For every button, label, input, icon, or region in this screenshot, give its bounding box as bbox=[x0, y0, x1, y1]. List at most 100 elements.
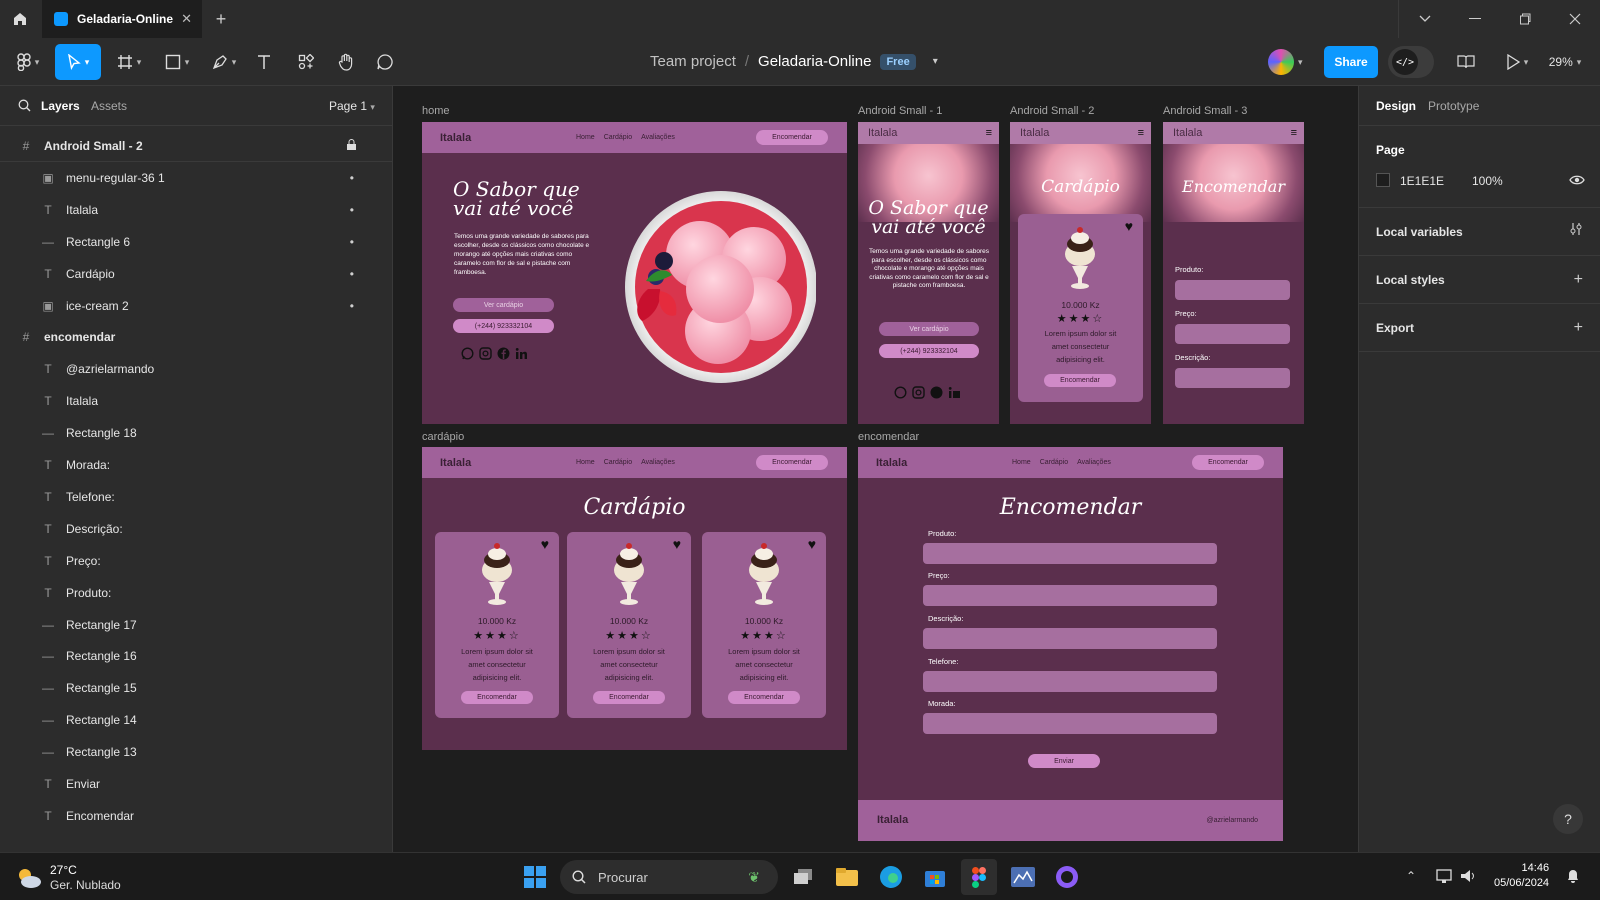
layer-row[interactable]: T Produto: bbox=[0, 577, 392, 609]
descricao-field[interactable] bbox=[923, 628, 1217, 649]
phone-button[interactable]: (+244) 923332104 bbox=[453, 319, 554, 333]
nav-home[interactable]: Home bbox=[576, 459, 595, 466]
frame-tool-button[interactable]: ▾ bbox=[112, 44, 146, 80]
nav-avaliacoes[interactable]: Avaliações bbox=[641, 134, 675, 141]
nav-home[interactable]: Home bbox=[576, 134, 595, 141]
show-hidden-icons-chevron[interactable]: ⌃ bbox=[1406, 869, 1416, 883]
card-order-button[interactable]: Encomendar bbox=[461, 691, 533, 704]
layer-row[interactable]: # encomendar bbox=[0, 321, 392, 353]
layer-row[interactable]: T Telefone: bbox=[0, 481, 392, 513]
layer-row[interactable]: — Rectangle 17 bbox=[0, 609, 392, 641]
frame-label-home[interactable]: home bbox=[422, 105, 450, 117]
heart-icon[interactable]: ♥ bbox=[673, 536, 681, 552]
edge-browser-icon[interactable] bbox=[873, 859, 909, 895]
descricao-field[interactable] bbox=[1175, 368, 1290, 388]
view-menu-button[interactable]: Ver cardápio bbox=[453, 298, 554, 312]
footer-handle[interactable]: @azrielarmando bbox=[1207, 817, 1258, 824]
volume-icon[interactable] bbox=[1460, 868, 1478, 889]
view-menu-button[interactable]: Ver cardápio bbox=[879, 322, 979, 336]
export-section[interactable]: Export + bbox=[1359, 304, 1600, 352]
tab-design[interactable]: Design bbox=[1376, 99, 1416, 113]
task-view-icon[interactable] bbox=[785, 859, 821, 895]
product-card[interactable]: ♥ 10.000 Kz ★★★☆ Lorem ipsum dolor sit a… bbox=[1018, 214, 1143, 402]
plan-badge[interactable]: Free bbox=[880, 53, 916, 70]
design-canvas[interactable]: home Android Small - 1 Android Small - 2… bbox=[393, 86, 1358, 852]
minimize-icon[interactable] bbox=[1452, 0, 1498, 38]
layer-row[interactable]: # Android Small - 2 bbox=[0, 130, 392, 162]
menu-icon[interactable]: ≡ bbox=[986, 127, 992, 139]
phone-button[interactable]: (+244) 923332104 bbox=[879, 344, 979, 358]
page-opacity[interactable]: 100% bbox=[1472, 174, 1503, 188]
figma-app-icon[interactable] bbox=[961, 859, 997, 895]
hand-tool-icon[interactable] bbox=[333, 44, 359, 80]
send-button[interactable]: Enviar bbox=[1028, 754, 1100, 768]
page-color-hex[interactable]: 1E1E1E bbox=[1400, 174, 1444, 188]
layer-row[interactable]: T Descrição: bbox=[0, 513, 392, 545]
help-button[interactable]: ? bbox=[1553, 804, 1583, 834]
file-tab[interactable]: Geladaria-Online ✕ bbox=[42, 0, 202, 38]
frame-label-cardapio[interactable]: cardápio bbox=[422, 431, 464, 443]
shape-tool-button[interactable]: ▾ bbox=[160, 44, 194, 80]
nav-cardapio[interactable]: Cardápio bbox=[604, 134, 632, 141]
nav-order-button[interactable]: Encomendar bbox=[756, 455, 828, 470]
github-icon[interactable] bbox=[1049, 859, 1085, 895]
close-window-icon[interactable] bbox=[1552, 0, 1598, 38]
product-card[interactable]: ♥ 10.000 Kz ★★★☆ Lorem ipsum dolor sit amet… bbox=[702, 532, 826, 718]
tab-prototype[interactable]: Prototype bbox=[1428, 99, 1479, 113]
heart-icon[interactable]: ♥ bbox=[541, 536, 549, 552]
taskbar-search[interactable]: Procurar ❦ bbox=[560, 860, 778, 894]
visibility-dot-icon[interactable]: • bbox=[350, 203, 354, 217]
produto-field[interactable] bbox=[923, 543, 1217, 564]
cardapio-frame[interactable]: Italala Home Cardápio Avaliações Encomen… bbox=[422, 447, 847, 750]
file-name[interactable]: Geladaria-Online bbox=[758, 53, 871, 70]
visibility-dot-icon[interactable]: • bbox=[350, 299, 354, 313]
microsoft-store-icon[interactable] bbox=[917, 859, 953, 895]
layer-row[interactable]: T Encomendar bbox=[0, 800, 392, 832]
product-card[interactable]: ♥ 10.000 Kz ★★★☆ Lorem ipsum dolor sit amet… bbox=[435, 532, 559, 718]
layer-row[interactable]: T Cardápio • bbox=[0, 258, 392, 290]
layer-row[interactable]: — Rectangle 6 • bbox=[0, 226, 392, 258]
encomendar-frame[interactable]: Italala Home Cardápio Avaliações Encomen… bbox=[858, 447, 1283, 841]
card-order-button[interactable]: Encomendar bbox=[593, 691, 665, 704]
layer-row[interactable]: T Morada: bbox=[0, 449, 392, 481]
page-selector[interactable]: Page 1 ▾ bbox=[329, 99, 375, 113]
produto-field[interactable] bbox=[1175, 280, 1290, 300]
android-small-1-frame[interactable]: Italala ≡ O Sabor que vai até você Temos… bbox=[858, 122, 999, 424]
nav-cardapio[interactable]: Cardápio bbox=[1040, 459, 1068, 466]
heart-icon[interactable]: ♥ bbox=[1125, 218, 1133, 234]
frame-label-android1[interactable]: Android Small - 1 bbox=[858, 105, 942, 117]
home-frame[interactable]: Italala Home Cardápio Avaliações Encomen… bbox=[422, 122, 847, 424]
tab-layers[interactable]: Layers bbox=[41, 99, 80, 113]
layer-row[interactable]: ▣ ice-cream 2 • bbox=[0, 290, 392, 322]
page-color-swatch[interactable] bbox=[1376, 173, 1390, 187]
frame-label-android2[interactable]: Android Small - 2 bbox=[1010, 105, 1094, 117]
notification-bell-icon[interactable] bbox=[1566, 868, 1580, 889]
local-styles-section[interactable]: Local styles + bbox=[1359, 256, 1600, 304]
morada-field[interactable] bbox=[923, 713, 1217, 734]
tab-assets[interactable]: Assets bbox=[91, 99, 127, 113]
share-button[interactable]: Share bbox=[1324, 46, 1378, 78]
product-card[interactable]: ♥ 10.000 Kz ★★★☆ Lorem ipsum dolor sit amet… bbox=[567, 532, 691, 718]
layer-row[interactable]: T @azrielarmando bbox=[0, 353, 392, 385]
breadcrumb-project[interactable]: Team project bbox=[650, 53, 736, 70]
android-small-2-frame[interactable]: Italala ≡ Cardápio ♥ 10.000 Kz ★★★☆ Lore… bbox=[1010, 122, 1151, 424]
layer-row[interactable]: T Italala bbox=[0, 385, 392, 417]
chevron-down-icon[interactable] bbox=[1402, 0, 1448, 38]
windows-start-icon[interactable] bbox=[517, 859, 553, 895]
layer-row[interactable]: — Rectangle 14 bbox=[0, 704, 392, 736]
menu-icon[interactable]: ≡ bbox=[1291, 127, 1297, 139]
home-icon[interactable] bbox=[0, 0, 40, 38]
text-tool-button[interactable] bbox=[252, 44, 276, 80]
layer-row[interactable]: T Enviar bbox=[0, 768, 392, 800]
network-icon[interactable] bbox=[1436, 868, 1454, 889]
file-explorer-icon[interactable] bbox=[829, 859, 865, 895]
file-menu-chevron-icon[interactable]: ▾ bbox=[933, 56, 938, 67]
sliders-icon[interactable] bbox=[1569, 222, 1583, 241]
new-tab-button[interactable]: + bbox=[198, 0, 244, 38]
dev-mode-toggle[interactable]: </> bbox=[1388, 46, 1434, 78]
tab-close-icon[interactable]: ✕ bbox=[181, 11, 192, 27]
eye-icon[interactable] bbox=[1569, 173, 1585, 191]
frame-label-android3[interactable]: Android Small - 3 bbox=[1163, 105, 1247, 117]
frame-label-encomendar[interactable]: encomendar bbox=[858, 431, 919, 443]
nav-avaliacoes[interactable]: Avaliações bbox=[641, 459, 675, 466]
